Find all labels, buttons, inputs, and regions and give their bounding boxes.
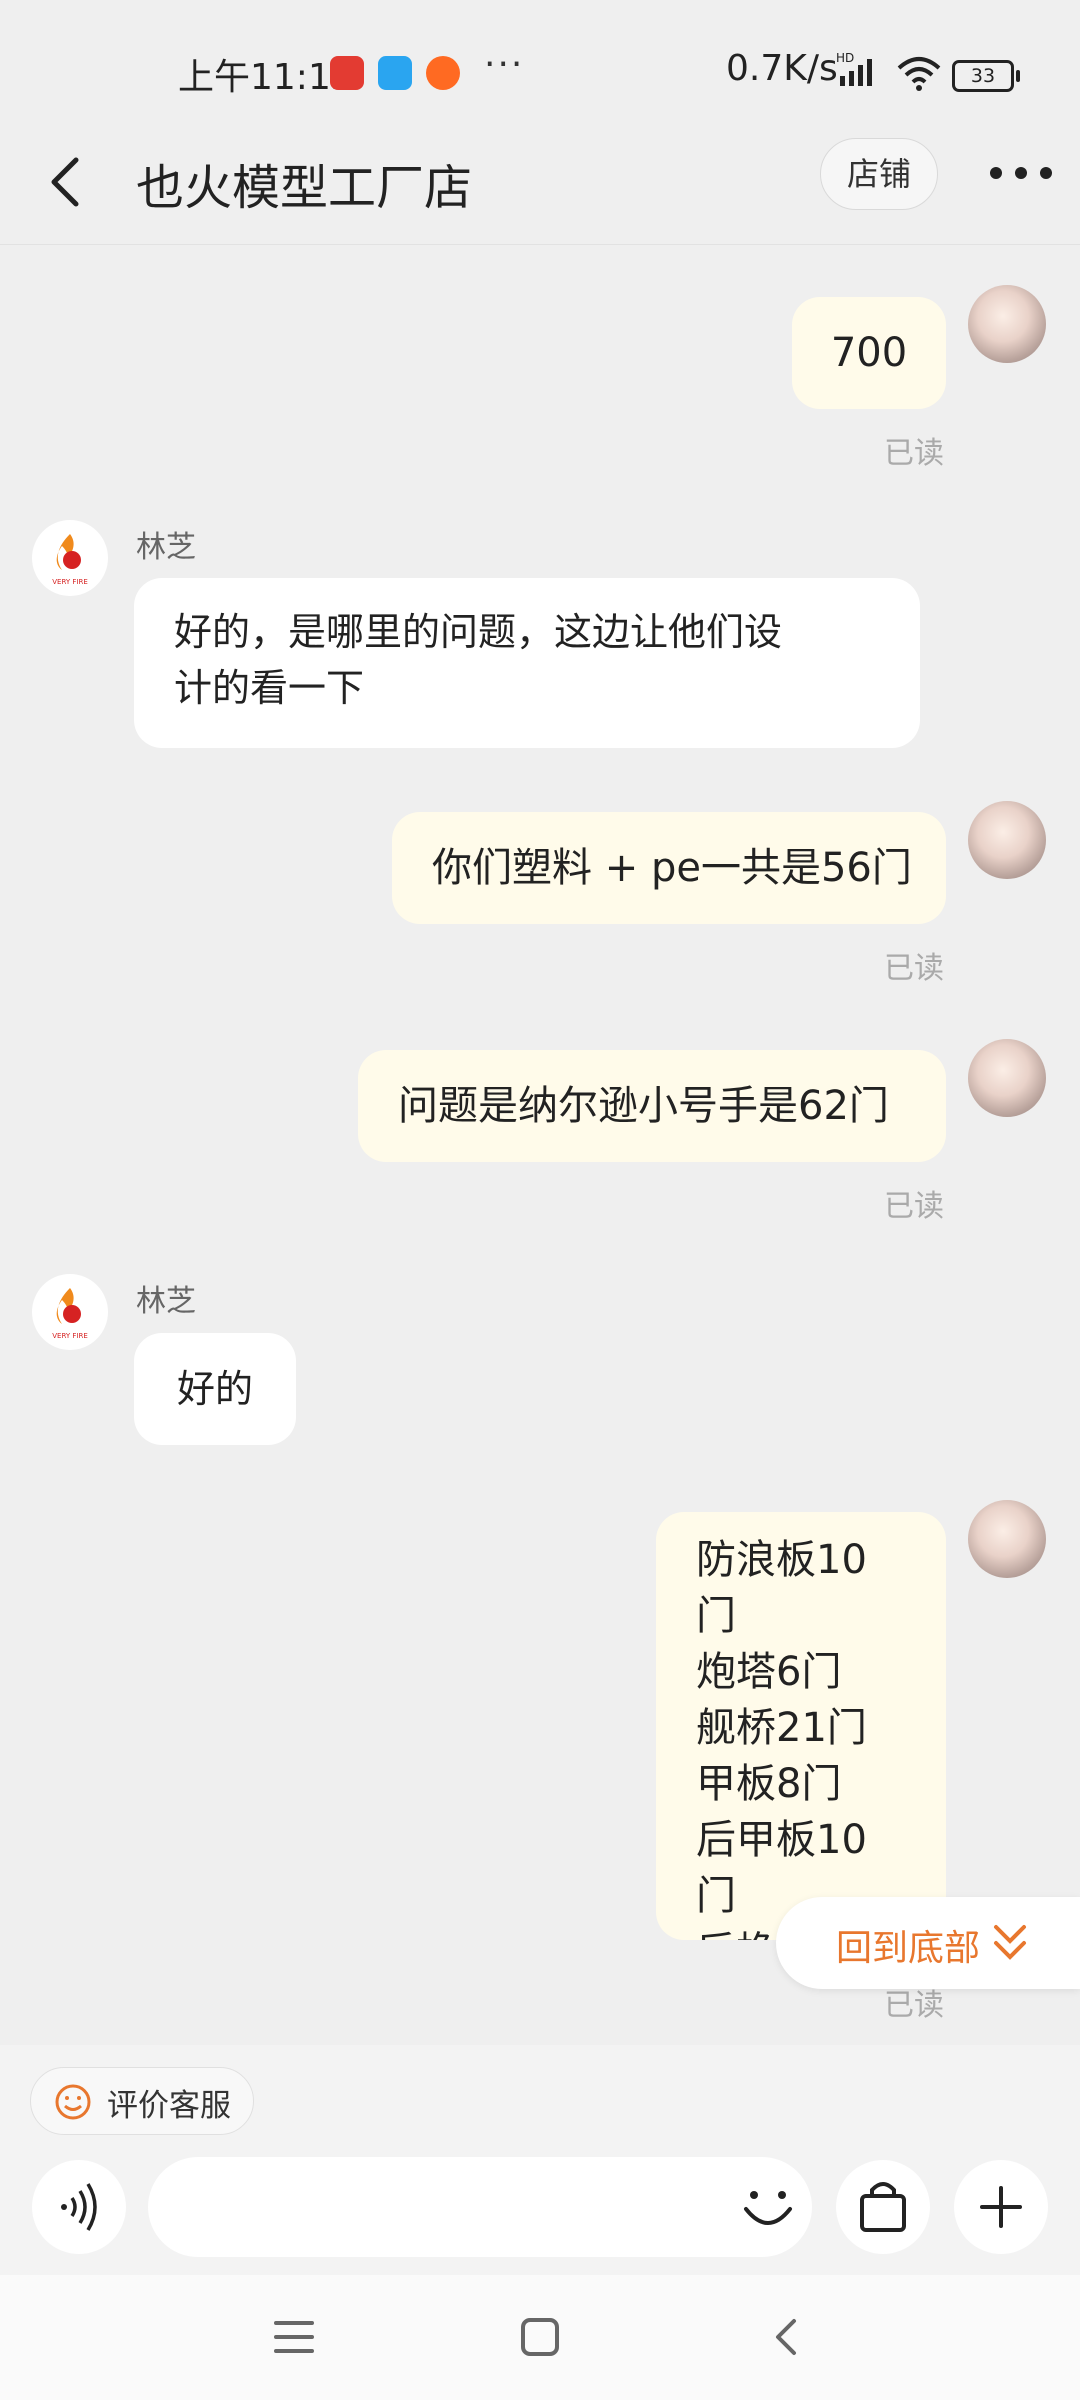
my-avatar[interactable]: [968, 1500, 1046, 1578]
home-icon[interactable]: [518, 2315, 562, 2359]
netease-music-icon: [330, 56, 364, 90]
message-bubble[interactable]: 你们塑料 + pe一共是56门: [392, 812, 946, 924]
taobao-icon: [426, 56, 460, 90]
message-bubble[interactable]: 好的，是哪里的问题，这边让他们设 计的看一下: [134, 578, 920, 748]
message-bubble[interactable]: 防浪板10门 炮塔6门 舰桥21门 甲板8门 后甲板10门 后桅杆5门 尾部2门: [656, 1512, 946, 1940]
read-status: 已读: [884, 436, 944, 471]
bag-icon: [860, 2182, 906, 2232]
menu-icon[interactable]: [272, 2317, 316, 2357]
input-area: 评价客服: [0, 2045, 1080, 2275]
scroll-to-bottom-button[interactable]: 回到底部: [776, 1897, 1080, 1989]
rate-service-label: 评价客服: [107, 2088, 231, 2124]
svg-text:VERY FIRE: VERY FIRE: [52, 1332, 88, 1340]
svg-text:HD: HD: [836, 51, 854, 65]
shop-avatar[interactable]: VERY FIRE: [32, 1274, 108, 1350]
notification-more-icon: ···: [484, 44, 525, 85]
signal-icon: HD: [836, 50, 884, 94]
plus-icon: [980, 2186, 1022, 2228]
voice-icon: [61, 2183, 97, 2231]
bag-button[interactable]: [836, 2160, 930, 2254]
shop-avatar[interactable]: VERY FIRE: [32, 520, 108, 596]
rate-service-button[interactable]: 评价客服: [30, 2067, 254, 2135]
system-nav-bar: [0, 2275, 1080, 2400]
read-status: 已读: [884, 1189, 944, 1224]
message-input[interactable]: [148, 2157, 812, 2257]
nav-back-icon[interactable]: [764, 2315, 808, 2359]
chat-header: 也火模型工厂店 店铺: [0, 118, 1080, 245]
more-icon[interactable]: [986, 148, 1056, 198]
message-bubble[interactable]: 700: [792, 297, 946, 409]
battery-icon: 33: [952, 60, 1020, 92]
sender-name: 林芝: [136, 1284, 196, 1319]
message-bubble[interactable]: 问题是纳尔逊小号手是62门: [358, 1050, 946, 1162]
chat-app-icon: [378, 56, 412, 90]
sender-name: 林芝: [136, 530, 196, 565]
chat-area[interactable]: 700 已读 VERY FIRE 林芝 好的，是哪里的问题，这边让他们设 计的看…: [0, 245, 1080, 2045]
my-avatar[interactable]: [968, 285, 1046, 363]
read-status: 已读: [884, 951, 944, 986]
emoji-icon[interactable]: [740, 2181, 796, 2241]
shop-button[interactable]: 店铺: [820, 138, 938, 210]
smile-icon: [55, 2084, 91, 2120]
back-icon[interactable]: [40, 146, 90, 216]
page-title: 也火模型工厂店: [136, 160, 473, 216]
plus-button[interactable]: [954, 2160, 1048, 2254]
svg-text:VERY FIRE: VERY FIRE: [52, 578, 88, 586]
my-avatar[interactable]: [968, 801, 1046, 879]
network-speed: 0.7K/s: [726, 48, 838, 89]
my-avatar[interactable]: [968, 1039, 1046, 1117]
wifi-icon: [896, 56, 942, 96]
message-bubble[interactable]: 好的: [134, 1333, 296, 1445]
status-time: 上午11:12: [178, 57, 354, 98]
voice-button[interactable]: [32, 2160, 126, 2254]
chevron-down-double-icon: [994, 1925, 1026, 1960]
scroll-to-bottom-label: 回到底部: [836, 1928, 981, 1969]
